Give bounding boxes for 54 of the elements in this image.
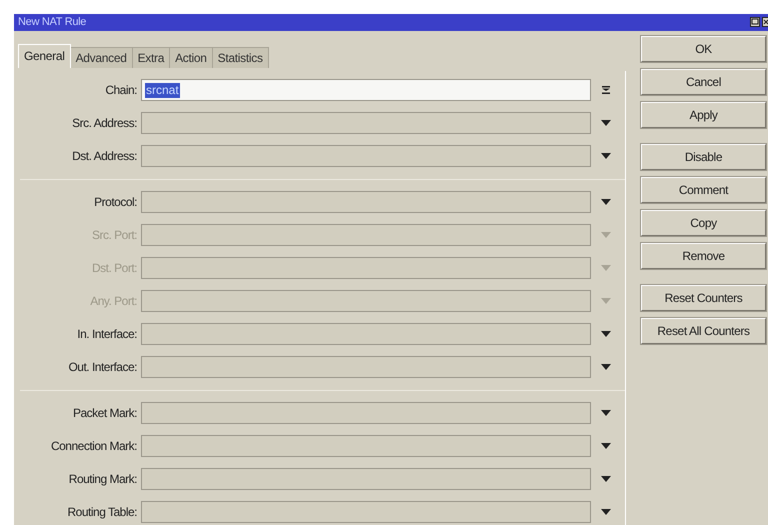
field-label: Packet Mark: bbox=[72, 405, 138, 422]
tab[interactable]: Statistics bbox=[212, 46, 269, 68]
input-field[interactable] bbox=[141, 356, 591, 378]
input-field[interactable] bbox=[141, 191, 591, 213]
input-field[interactable] bbox=[141, 224, 591, 246]
dialog-button[interactable]: Cancel bbox=[641, 68, 766, 94]
window-title: New NAT Rule bbox=[18, 15, 86, 30]
dropdown-arrow-icon[interactable] bbox=[601, 509, 611, 515]
input-field[interactable] bbox=[141, 323, 591, 345]
field-label: Src. Port: bbox=[90, 227, 138, 244]
dialog-button[interactable]: Apply bbox=[641, 102, 766, 128]
dropdown-arrow-icon[interactable] bbox=[601, 199, 611, 205]
input-field[interactable] bbox=[141, 468, 591, 490]
input-field[interactable]: srcnat bbox=[141, 79, 591, 101]
field-label: Dst. Address: bbox=[71, 148, 138, 165]
tab[interactable]: Extra bbox=[132, 46, 170, 68]
dropdown-arrow-icon[interactable] bbox=[601, 331, 611, 337]
field-value: srcnat bbox=[145, 82, 180, 98]
dropdown-arrow-icon[interactable] bbox=[601, 153, 611, 159]
dropdown-arrow-icon[interactable] bbox=[601, 476, 611, 482]
tab[interactable]: Advanced bbox=[70, 46, 133, 68]
field-label: Protocol: bbox=[93, 194, 138, 211]
dialog-button[interactable]: Reset All Counters bbox=[641, 318, 766, 344]
dialog-button[interactable]: Reset Counters bbox=[641, 284, 766, 310]
field-label: Dst. Port: bbox=[90, 260, 138, 277]
input-field[interactable] bbox=[141, 145, 591, 167]
field-label: Routing Table: bbox=[66, 504, 138, 521]
dialog-button[interactable]: OK bbox=[641, 36, 766, 62]
input-field[interactable] bbox=[141, 402, 591, 424]
close-icon[interactable] bbox=[762, 17, 768, 28]
tab[interactable]: General bbox=[18, 44, 71, 68]
input-field[interactable] bbox=[141, 257, 591, 279]
dropdown-arrow-icon[interactable] bbox=[601, 410, 611, 416]
maximize-icon[interactable] bbox=[750, 17, 760, 28]
field-label: Connection Mark: bbox=[50, 438, 138, 455]
input-field[interactable] bbox=[141, 112, 591, 134]
field-label: Routing Mark: bbox=[68, 471, 138, 488]
dialog-button[interactable]: Comment bbox=[641, 176, 766, 202]
double-arrow-icon[interactable] bbox=[602, 86, 610, 94]
field-label: Any. Port: bbox=[89, 293, 138, 310]
dialog-button[interactable]: Disable bbox=[641, 144, 766, 170]
field-label: Chain: bbox=[104, 82, 138, 99]
dialog-button[interactable]: Remove bbox=[641, 242, 766, 268]
input-field[interactable] bbox=[141, 435, 591, 457]
dropdown-arrow-icon[interactable] bbox=[601, 120, 611, 126]
dropdown-arrow-icon[interactable] bbox=[601, 443, 611, 449]
input-field[interactable] bbox=[141, 290, 591, 312]
dropdown-arrow-icon[interactable] bbox=[601, 364, 611, 370]
dialog-button[interactable]: Copy bbox=[641, 210, 766, 236]
tab[interactable]: Action bbox=[170, 46, 213, 68]
input-field[interactable] bbox=[141, 501, 591, 523]
field-label: Out. Interface: bbox=[67, 359, 138, 376]
field-label: Src. Address: bbox=[71, 115, 138, 132]
field-label: In. Interface: bbox=[76, 326, 138, 343]
